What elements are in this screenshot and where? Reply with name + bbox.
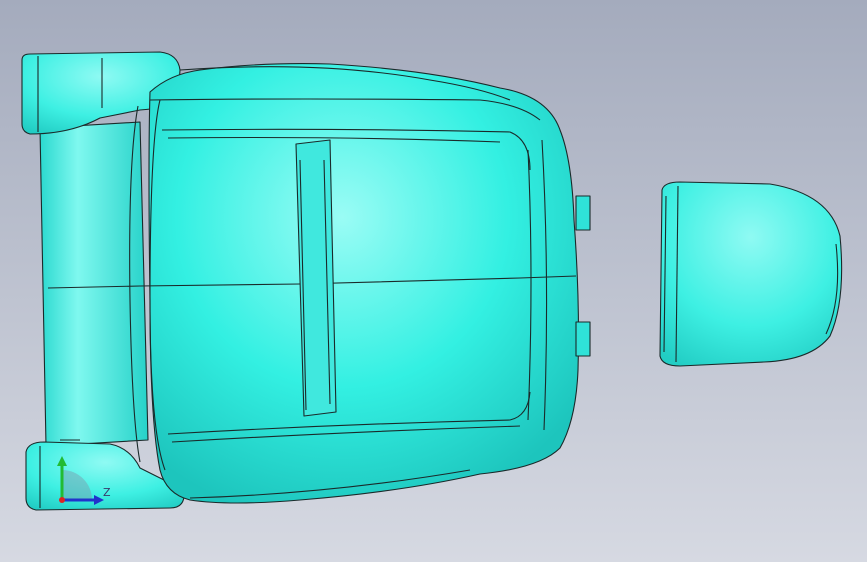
graphics-viewport[interactable]: Z — [0, 0, 867, 562]
mount-tab-upper — [575, 195, 591, 231]
triad-origin — [59, 497, 65, 503]
model-view[interactable]: Z — [0, 0, 867, 562]
triad-z-label: Z — [103, 486, 111, 499]
detached-pad-part[interactable] — [659, 181, 843, 367]
mount-tab-lower — [575, 321, 591, 357]
detached-pad-body[interactable] — [659, 181, 843, 367]
